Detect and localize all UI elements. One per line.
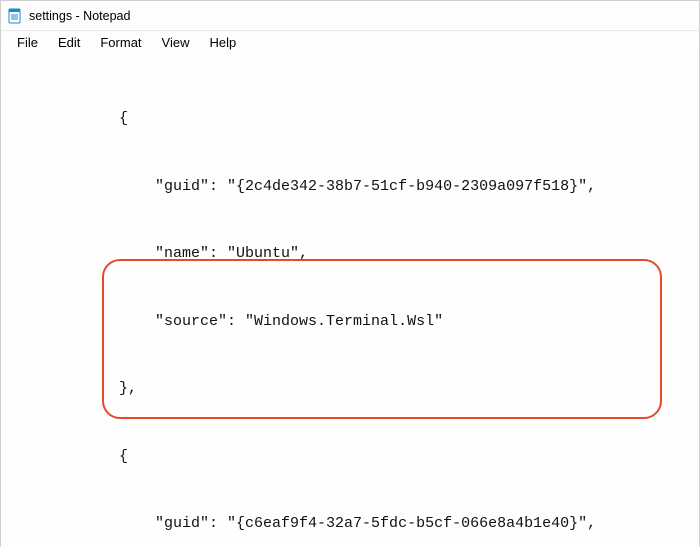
menu-file[interactable]: File (7, 33, 48, 52)
menu-help[interactable]: Help (199, 33, 246, 52)
code-line: "name": "Ubuntu", (11, 243, 689, 266)
code-line: { (11, 446, 689, 469)
menu-edit[interactable]: Edit (48, 33, 90, 52)
notepad-icon (7, 8, 23, 24)
window-titlebar: settings - Notepad (1, 1, 699, 31)
menu-format[interactable]: Format (90, 33, 151, 52)
menu-view[interactable]: View (152, 33, 200, 52)
menubar: File Edit Format View Help (1, 31, 699, 53)
code-line: }, (11, 378, 689, 401)
text-editor-area[interactable]: { "guid": "{2c4de342-38b7-51cf-b940-2309… (1, 53, 699, 547)
code-line: "source": "Windows.Terminal.Wsl" (11, 311, 689, 334)
code-line: "guid": "{2c4de342-38b7-51cf-b940-2309a0… (11, 176, 689, 199)
code-line: "guid": "{c6eaf9f4-32a7-5fdc-b5cf-066e8a… (11, 513, 689, 536)
window-title: settings - Notepad (29, 9, 130, 23)
code-line: { (11, 108, 689, 131)
